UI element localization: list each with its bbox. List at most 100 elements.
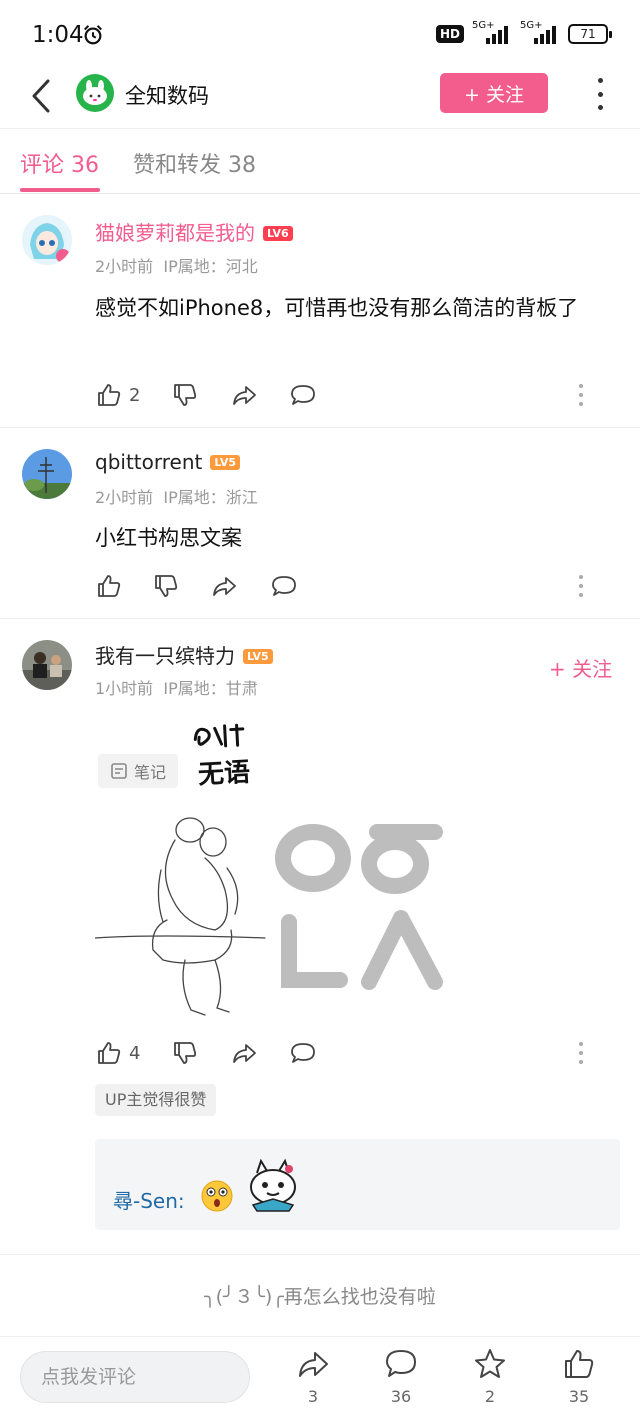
anime-avatar-icon xyxy=(22,215,72,265)
end-of-list-text: ╮(╯３╰)╭再怎么找也没有啦 xyxy=(204,1286,436,1308)
reply-button[interactable] xyxy=(289,1039,317,1067)
hd-badge: HD xyxy=(435,25,464,43)
status-bar: 1:04 HD 5G+ 5G+ 71 xyxy=(0,0,640,70)
thumbs-down-icon xyxy=(174,1042,197,1064)
comment-bubble-icon xyxy=(291,385,315,405)
share-button[interactable] xyxy=(210,572,238,600)
speechless-sticker: 无语 xyxy=(186,718,259,790)
level-badge: LV5 xyxy=(210,455,241,470)
sticker-label: 无语 xyxy=(197,757,251,791)
signal-icon-2: 5G+ xyxy=(520,20,560,44)
ip-location: IP属地：河北 xyxy=(163,257,258,276)
comment-username[interactable]: 猫娘萝莉都是我的 LV6 xyxy=(95,217,293,246)
korean-watermark-glyph xyxy=(275,824,443,990)
status-time: 1:04 xyxy=(32,22,84,48)
comment-image[interactable] xyxy=(95,810,445,1025)
comment-username[interactable]: 我有一只缤特力 LV5 xyxy=(95,640,273,669)
comment-more-icon[interactable] xyxy=(579,575,585,597)
back-arrow-icon[interactable] xyxy=(26,76,56,116)
dislike-button[interactable] xyxy=(171,1039,199,1067)
reply-username[interactable]: 尋-Sen: xyxy=(113,1185,185,1214)
sticker-scribble-icon xyxy=(193,723,245,748)
tab-comments[interactable]: 评论 36 xyxy=(20,147,99,179)
dislike-button[interactable] xyxy=(171,381,199,409)
sketch-figure xyxy=(95,817,266,1016)
share-count: 3 xyxy=(307,1387,319,1406)
share-button[interactable]: 3 xyxy=(288,1347,338,1406)
sky-photo-avatar-icon xyxy=(22,449,72,499)
avatar[interactable] xyxy=(22,449,72,499)
bunny-logo-icon xyxy=(83,80,107,105)
bottom-bar: 点我发评论 3 36 2 35 xyxy=(0,1336,640,1422)
reply-preview[interactable]: 尋-Sen: xyxy=(95,1139,620,1230)
thumbs-up-icon xyxy=(98,575,121,597)
comment-meta: 2小时前 IP属地：河北 xyxy=(95,253,258,277)
account-avatar[interactable] xyxy=(76,74,114,112)
username-text[interactable]: qbittorrent xyxy=(95,450,202,474)
comment-actions: 4 xyxy=(95,1039,615,1069)
comment-count: 36 xyxy=(390,1387,412,1406)
comment-text: 小红书构思文案 xyxy=(95,526,242,550)
divider xyxy=(0,1254,640,1255)
favorite-button[interactable]: 2 xyxy=(465,1347,515,1406)
star-icon xyxy=(475,1349,505,1378)
share-arrow-icon xyxy=(299,1352,328,1377)
status-indicators: HD 5G+ 5G+ 71 xyxy=(435,20,612,44)
comment-more-icon[interactable] xyxy=(579,384,585,406)
username-text[interactable]: 猫娘萝莉都是我的 xyxy=(95,221,255,245)
note-tag[interactable]: 笔记 xyxy=(98,754,178,788)
thumbs-up-icon xyxy=(98,384,121,406)
comment-time: 1小时前 xyxy=(95,679,154,698)
thumbs-up-icon xyxy=(98,1042,121,1064)
username-text[interactable]: 我有一只缤特力 xyxy=(95,644,235,668)
share-arrow-icon xyxy=(213,577,236,596)
battery-icon: 71 xyxy=(568,24,612,44)
share-button[interactable] xyxy=(230,1039,258,1067)
share-arrow-icon xyxy=(233,386,256,405)
top-nav: 全知数码 + 关注 xyxy=(0,70,640,128)
network-label: 5G+ xyxy=(472,20,495,31)
comment-bubble-icon xyxy=(272,576,296,596)
account-name[interactable]: 全知数码 xyxy=(125,80,209,110)
follow-user-button[interactable]: + 关注 xyxy=(549,653,612,682)
note-tag-label: 笔记 xyxy=(133,763,166,782)
like-post-button[interactable]: 35 xyxy=(554,1347,604,1406)
comment-input[interactable]: 点我发评论 xyxy=(20,1351,250,1403)
avatar[interactable] xyxy=(22,640,72,690)
like-count: 4 xyxy=(129,1042,141,1064)
thumbs-down-icon xyxy=(155,575,178,597)
note-icon xyxy=(111,763,127,779)
cat-sticker-icon xyxy=(250,1159,296,1212)
tab-likes-reposts[interactable]: 赞和转发 38 xyxy=(133,147,256,179)
comment-time: 2小时前 xyxy=(95,488,154,507)
avatar[interactable] xyxy=(22,215,72,265)
comments-button[interactable]: 36 xyxy=(376,1347,426,1406)
comment-item: 猫娘萝莉都是我的 LV6 2小时前 IP属地：河北 感觉不如iPhone8，可惜再… xyxy=(0,195,640,427)
reply-button[interactable] xyxy=(270,572,298,600)
reply-button[interactable] xyxy=(289,381,317,409)
comment-meta: 2小时前 IP属地：浙江 xyxy=(95,484,258,508)
signal-icon: 5G+ xyxy=(472,20,512,44)
level-badge: LV6 xyxy=(263,226,293,241)
up-liked-badge: UP主觉得很赞 xyxy=(95,1084,217,1116)
comment-bubble-icon xyxy=(291,1043,315,1063)
comment-item: qbittorrent LV5 2小时前 IP属地：浙江 小红书构思文案 xyxy=(0,428,640,618)
like-button[interactable]: 4 xyxy=(95,1039,140,1067)
more-options-icon[interactable] xyxy=(590,76,610,112)
comment-username[interactable]: qbittorrent LV5 xyxy=(95,450,241,474)
level-badge: LV5 xyxy=(243,649,273,664)
like-button[interactable]: 2 xyxy=(95,381,140,409)
active-tab-indicator xyxy=(20,188,100,192)
share-button[interactable] xyxy=(230,381,258,409)
comment-text: 感觉不如iPhone8，可惜再也没有那么简洁的背板了 xyxy=(95,296,579,320)
ip-location: IP属地：浙江 xyxy=(163,488,258,507)
like-count: 2 xyxy=(129,384,141,406)
ip-location: IP属地：甘肃 xyxy=(163,679,258,698)
favorite-count: 2 xyxy=(484,1387,496,1406)
follow-button[interactable]: + 关注 xyxy=(440,73,548,113)
like-button[interactable] xyxy=(95,572,123,600)
dislike-button[interactable] xyxy=(152,572,180,600)
comment-more-icon[interactable] xyxy=(579,1042,585,1064)
share-arrow-icon xyxy=(233,1044,256,1063)
comment-time: 2小时前 xyxy=(95,257,154,276)
